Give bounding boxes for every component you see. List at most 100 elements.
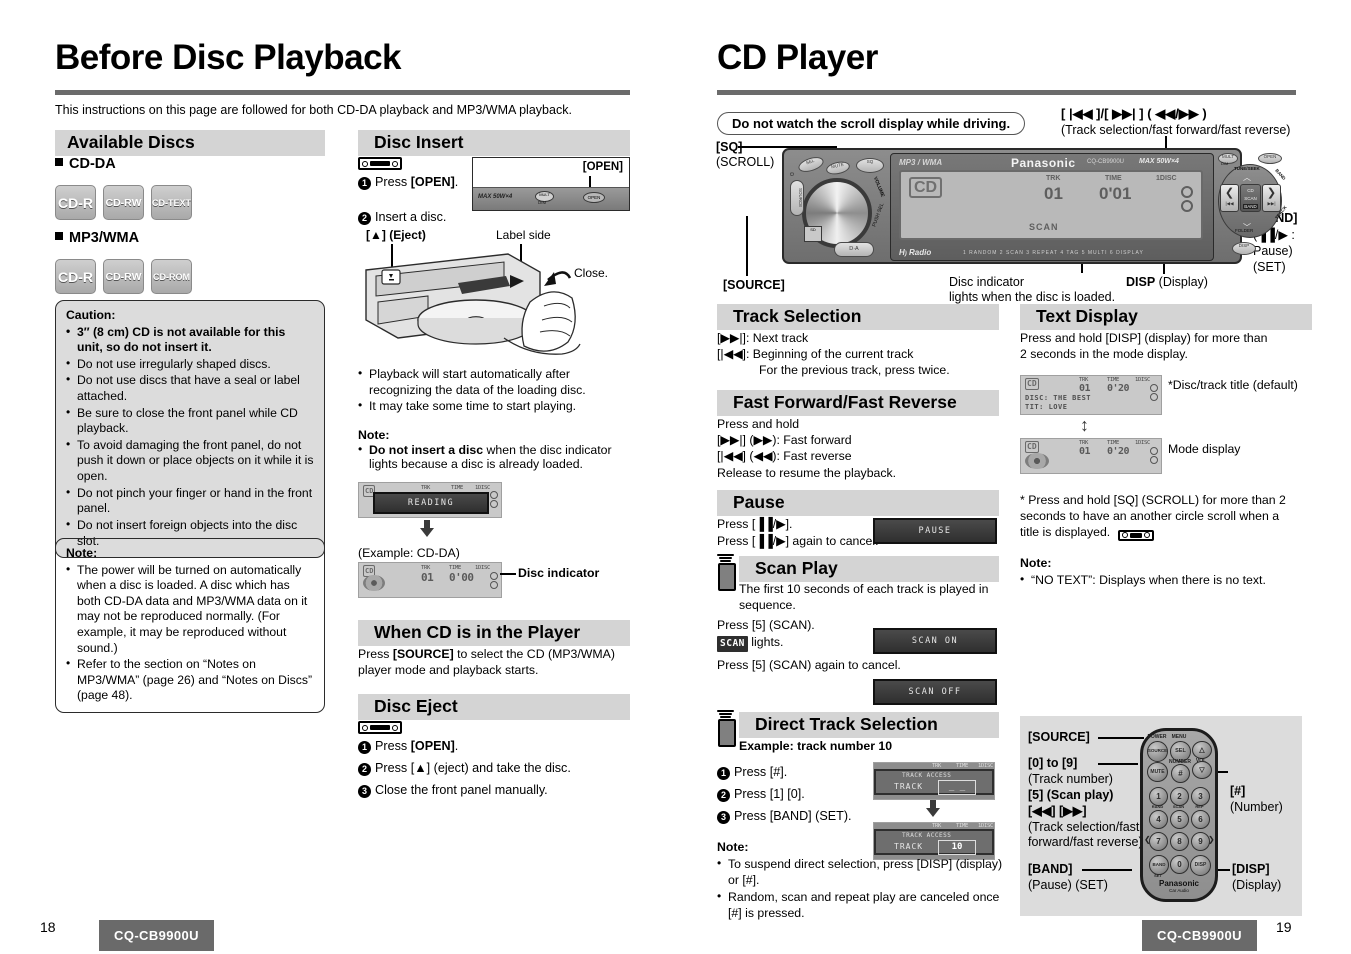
disc-spinning-icon xyxy=(1025,453,1049,469)
disc-insert-drawing xyxy=(365,253,581,355)
square-bullet-icon xyxy=(55,158,63,166)
next-track-key[interactable]: ❯ ▶▶| xyxy=(1262,184,1281,212)
step-number: 3 xyxy=(717,811,730,824)
callout-line xyxy=(1098,763,1138,765)
open-callout-panel: [OPEN] MAX 50W×4 MULT DIM OPEN xyxy=(472,157,630,211)
d-a-button[interactable]: D·A xyxy=(834,242,874,257)
model-chip-left: CQ-CB9900U xyxy=(99,920,214,951)
disc-indicator-icon xyxy=(490,491,498,509)
callout-line xyxy=(1082,869,1132,871)
section-track-selection: Track Selection xyxy=(717,304,999,330)
label-remote-band: [BAND] xyxy=(1028,862,1073,876)
remote-digit-6[interactable]: 6 xyxy=(1191,810,1210,829)
ff-line: Press and hold xyxy=(717,417,800,431)
remote-left-arrow-icon[interactable]: ❮ xyxy=(1144,835,1151,844)
remote-band-button[interactable]: BAND xyxy=(1149,855,1169,875)
pause-body: Press [▐▐/▶]. Press [▐▐/▶] again to canc… xyxy=(717,516,897,549)
remote-digit-5[interactable]: 5 xyxy=(1170,810,1189,829)
remote-mute-button[interactable]: MUTE xyxy=(1147,762,1168,782)
lcd-time-value: 0'01 xyxy=(1099,184,1132,203)
lcd-trk-label: TRK xyxy=(1046,175,1061,182)
lcd-track-access-label: TRACK ACCESS xyxy=(902,832,952,839)
lcd-time-value: 0'20 xyxy=(1107,383,1130,394)
dpad-up-icon[interactable]: ︿ xyxy=(1243,172,1251,183)
caution-item: Be sure to close the front panel while C… xyxy=(66,405,314,437)
down-arrow-icon xyxy=(420,520,434,537)
fast-forward-body: Press and hold [▶▶|] (▶▶): Fast forward … xyxy=(717,416,997,481)
remote-vol-down-button[interactable]: ▽ xyxy=(1192,761,1212,779)
source-button[interactable]: SOURCE xyxy=(790,180,804,216)
lcd-trk-label: TRK xyxy=(932,823,942,829)
caption-mode-display: Mode display xyxy=(1168,442,1241,456)
label-remote-disp: [DISP] xyxy=(1232,862,1270,876)
track-selection-body: [▶▶|]: Next track [|◀◀]: Beginning of th… xyxy=(717,330,997,379)
ff-line: [▶▶|] (▶▶): Fast forward xyxy=(717,433,852,448)
pause-line-1: Press [▐▐/▶]. xyxy=(717,517,793,531)
remote-digit-0[interactable]: 0 xyxy=(1170,855,1189,874)
step-text: Press [OPEN]. xyxy=(375,175,459,189)
remote-brand-sub: Car Audio xyxy=(1169,888,1189,893)
lcd-scan-indicator: SCAN xyxy=(1029,222,1059,232)
mute-button[interactable]: MUTE xyxy=(825,159,851,177)
step-number: 1 xyxy=(717,767,730,780)
step-text: Press [1] [0]. xyxy=(734,787,805,801)
caution-item: 3″ (8 cm) CD is not available for this u… xyxy=(66,324,314,356)
remote-hash-button[interactable]: # xyxy=(1171,764,1190,783)
section-fast-forward: Fast Forward/Fast Reverse xyxy=(717,390,999,416)
label-digits-sub1: (Track number) xyxy=(1028,772,1113,786)
step-number: 1 xyxy=(358,177,371,190)
label-digits-sub4: (Track selection/fast xyxy=(1028,820,1140,834)
lcd-disc-label: 1DISC xyxy=(1156,175,1177,182)
text-display-note: Note: “NO TEXT”: Displays when there is … xyxy=(1020,556,1300,589)
lcd-reading-message: READING xyxy=(373,492,489,514)
caution-item: Do not use discs that have a seal or lab… xyxy=(66,372,314,404)
detach-slot-icon: SD xyxy=(804,226,822,242)
scan-play-lines: Press [5] (SCAN). SCAN lights. xyxy=(717,617,887,652)
label-disc-indicator-1: Disc indicator xyxy=(949,275,1025,289)
bullet-item: It may take some time to start playing. xyxy=(358,398,628,415)
lcd-time-label: TIME xyxy=(451,485,464,491)
folder-label: FOLDER xyxy=(1235,228,1254,233)
sq-button[interactable]: SQ xyxy=(856,158,884,173)
step-text: Press [OPEN]. xyxy=(375,739,459,753)
section-disc-eject: Disc Eject xyxy=(358,694,630,720)
step-number: 2 xyxy=(358,212,371,225)
note-item: The power will be turned on automaticall… xyxy=(66,562,314,657)
remote-source-button[interactable]: SOURCE xyxy=(1147,741,1168,762)
dim-label: DIM xyxy=(1221,161,1229,166)
direct-track-step-3: 3 Press [BAND] (SET). xyxy=(717,809,852,824)
remote-disp-button[interactable]: DISP xyxy=(1190,855,1211,876)
callout-line xyxy=(746,216,748,276)
section-available-discs: Available Discs xyxy=(55,130,325,156)
right-page: CD Player Do not watch the scroll displa… xyxy=(676,0,1351,954)
caution-title: Caution: xyxy=(66,308,116,322)
remote-digit-4[interactable]: 4 xyxy=(1149,810,1168,829)
lcd-time-value: 0'20 xyxy=(1107,446,1130,457)
lcd-trk-value: 01 xyxy=(1044,184,1063,203)
remote-digit-7[interactable]: 7 xyxy=(1149,832,1168,851)
lcd-time-value: 0'00 xyxy=(449,571,474,584)
remote-right-arrow-icon[interactable]: ❯ xyxy=(1208,835,1215,844)
remote-digit-8[interactable]: 8 xyxy=(1170,832,1189,851)
remote-vol-up-button[interactable]: △ xyxy=(1192,741,1212,759)
step-text: Press [▲] (eject) and take the disc. xyxy=(375,761,571,775)
band-set-key[interactable]: CD SCAN BAND xyxy=(1240,184,1261,212)
step-number: 2 xyxy=(358,763,371,776)
sq-sel-button[interactable]: SEL xyxy=(796,154,826,175)
open-button[interactable]: OPEN xyxy=(1258,153,1282,164)
when-cd-body: Press [SOURCE] to select the CD (MP3/WMA… xyxy=(358,647,615,677)
label-disc-indicator-2: lights when the disc is loaded. xyxy=(949,290,1116,304)
open-button-icon: OPEN xyxy=(583,192,605,203)
square-bullet-icon xyxy=(55,232,63,240)
caution-list: 3″ (8 cm) CD is not available for this u… xyxy=(66,324,314,550)
scan-play-desc: The first 10 seconds of each track is pl… xyxy=(739,582,989,612)
scan-line-1: Press [5] (SCAN). xyxy=(717,618,815,632)
direct-track-notes: Note: To suspend direct selection, press… xyxy=(717,840,1007,922)
section-scan-play: Scan Play xyxy=(739,556,999,582)
disp-button[interactable]: DISP xyxy=(1232,242,1256,255)
lcd-cd-tag: CD xyxy=(1025,441,1039,453)
note-title: Note: xyxy=(1020,556,1052,570)
power-icon: ⏻ xyxy=(790,172,794,178)
prev-track-key[interactable]: ❮ |◀◀ xyxy=(1220,184,1239,212)
head-unit-icon xyxy=(358,157,402,170)
